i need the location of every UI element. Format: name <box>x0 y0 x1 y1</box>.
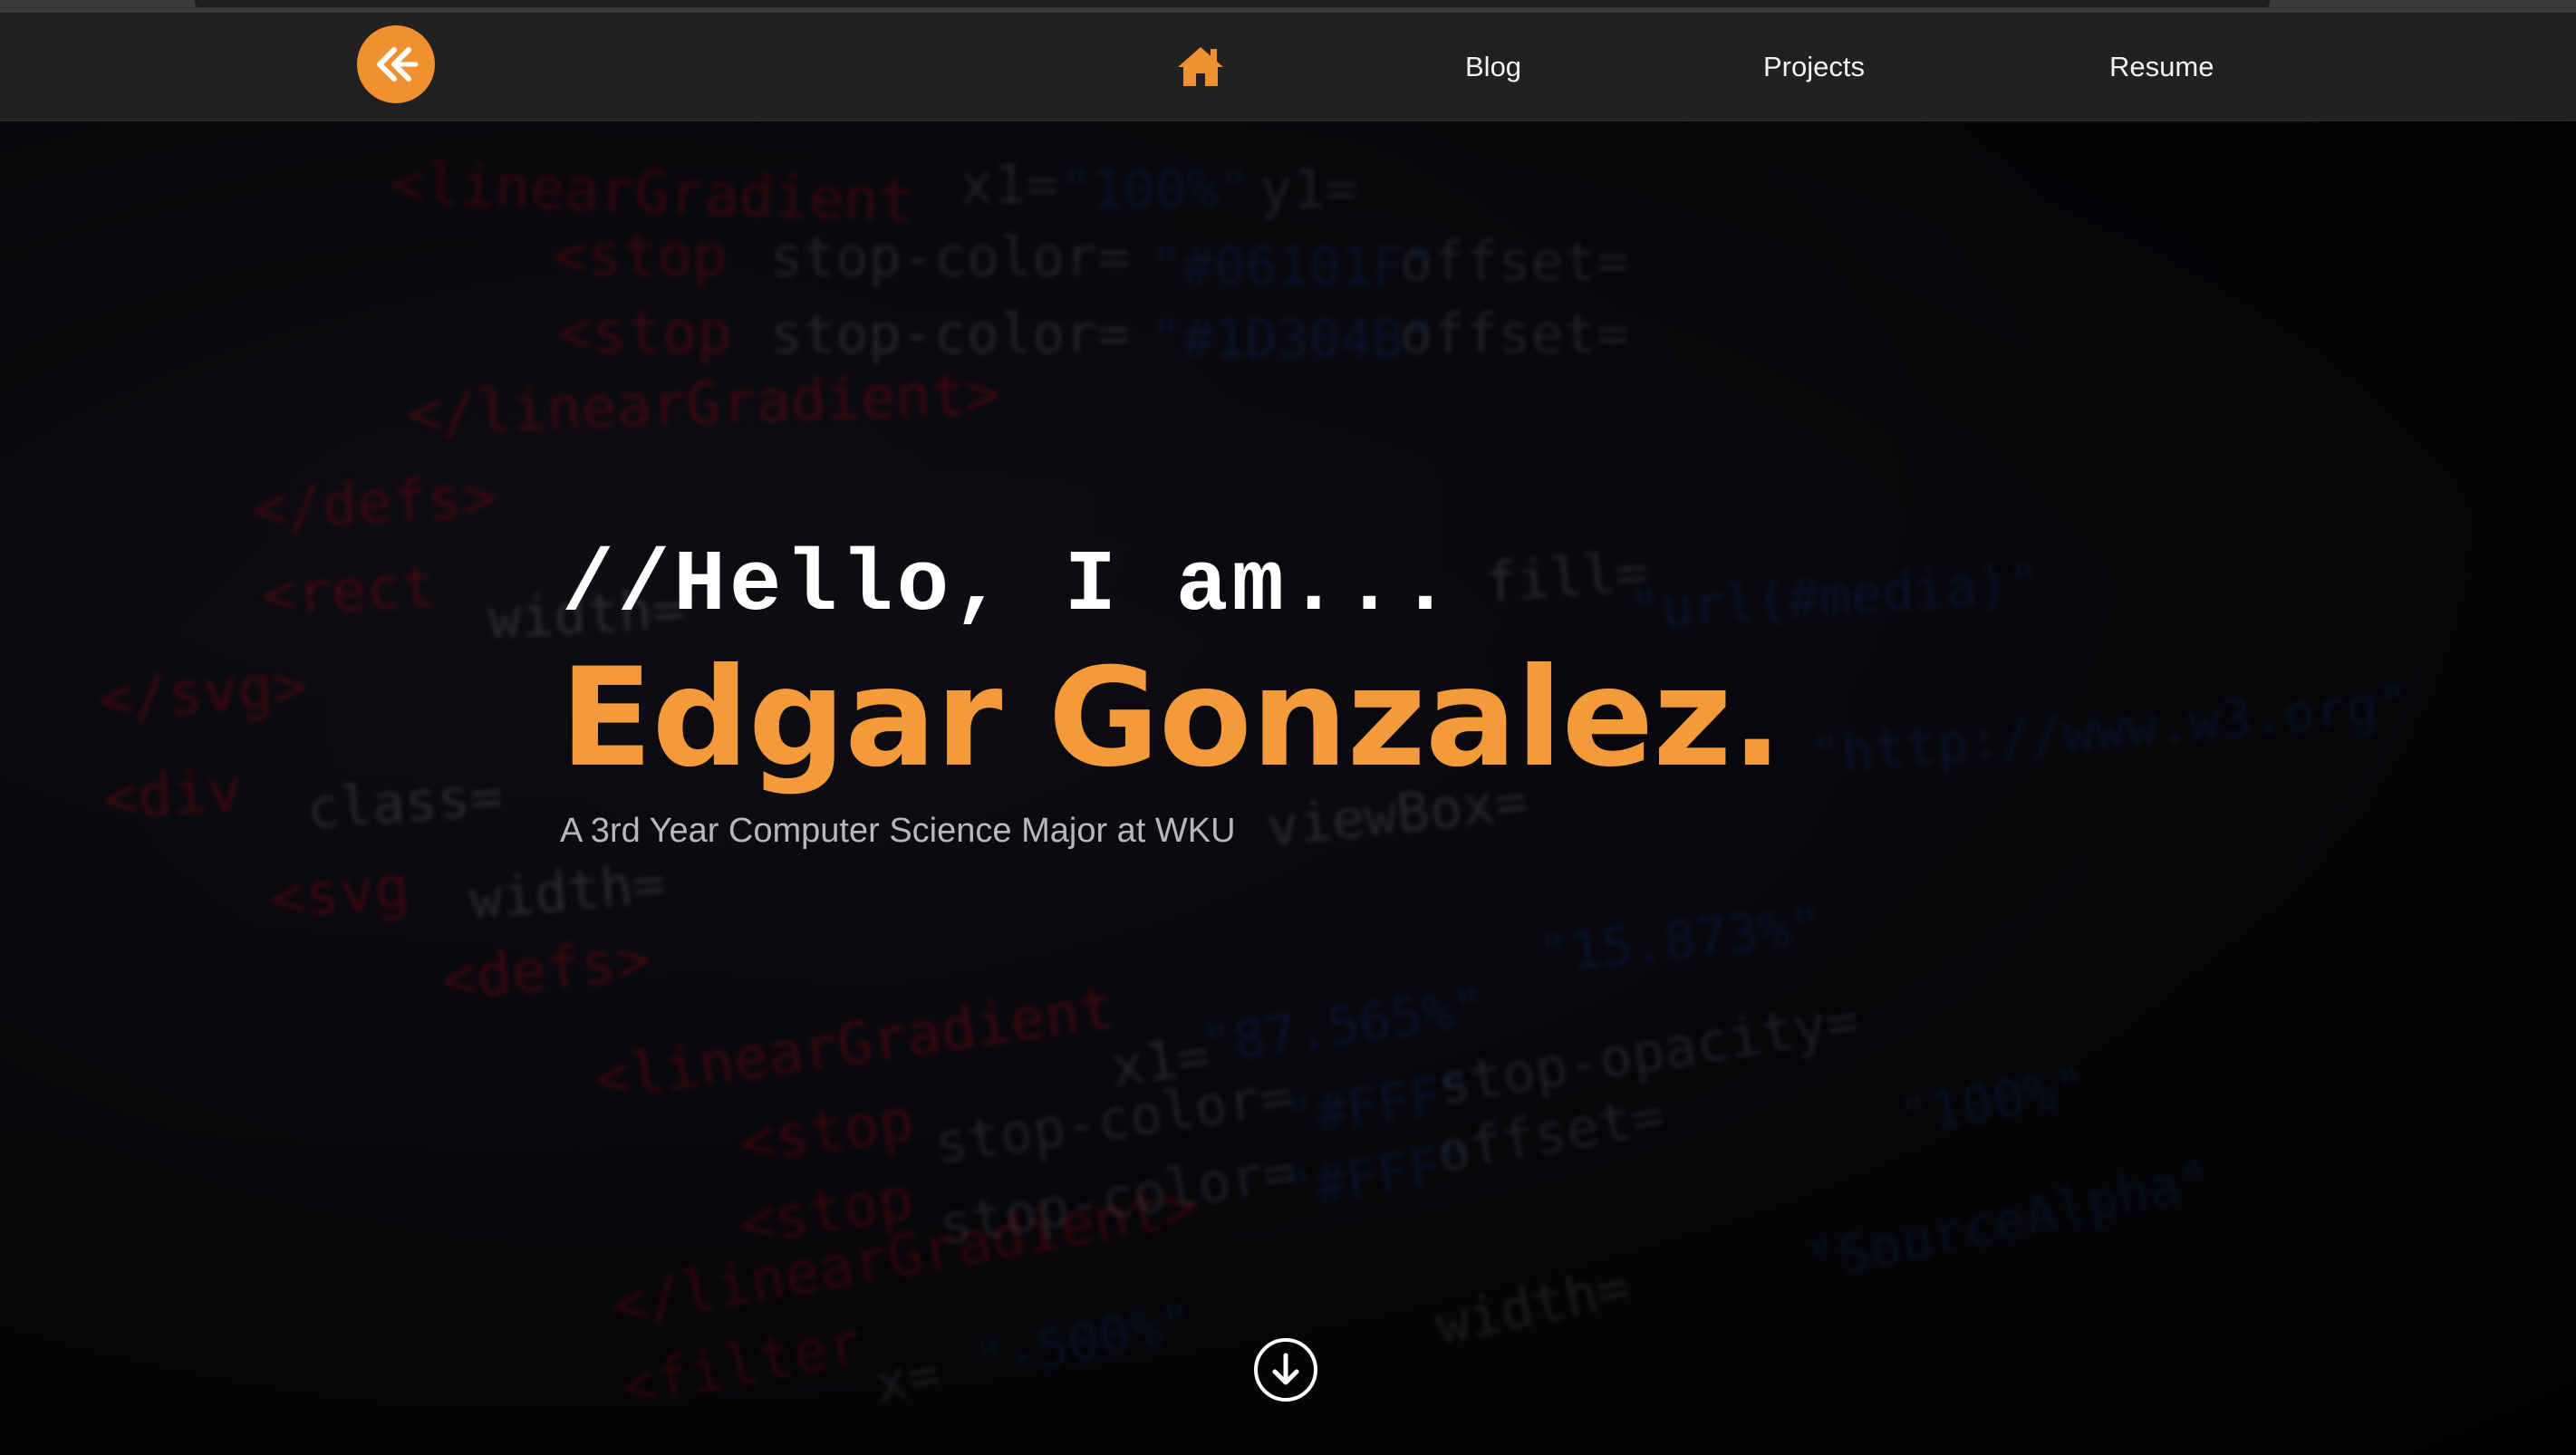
logo-button[interactable] <box>357 25 435 103</box>
hero-section: <linearGradient <stop <stop </linearGrad… <box>0 121 2576 1455</box>
scroll-down-button[interactable] <box>1254 1338 1317 1402</box>
hero-subtitle: A 3rd Year Computer Science Major at WKU <box>560 812 1236 850</box>
nav-link-resume[interactable]: Resume <box>2109 43 2214 91</box>
navbar: Blog Projects Resume <box>0 13 2576 121</box>
arrow-down-circle-icon <box>1272 1353 1299 1385</box>
browser-top-strip-inner <box>195 0 2270 7</box>
double-chevron-left-icon <box>377 47 419 82</box>
nav-link-projects[interactable]: Projects <box>1763 43 1865 91</box>
hero-name: Edgar Gonzalez. <box>560 640 1783 797</box>
browser-top-strip <box>0 0 2576 13</box>
home-icon <box>1178 47 1223 86</box>
hero-greeting: //Hello, I am... <box>562 536 1455 635</box>
nav-link-blog[interactable]: Blog <box>1465 43 1521 91</box>
nav-home-link[interactable] <box>1172 41 1229 92</box>
